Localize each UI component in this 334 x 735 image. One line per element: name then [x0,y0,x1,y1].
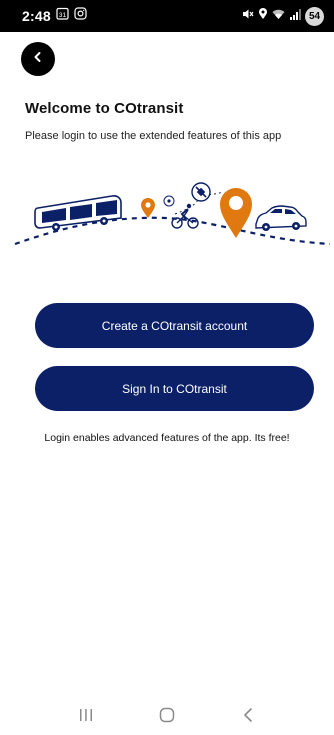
sign-in-button[interactable]: Sign In to COtransit [35,366,314,411]
page-subtitle: Please login to use the extended feature… [25,130,282,142]
create-account-button[interactable]: Create a COtransit account [35,303,314,348]
back-button[interactable] [21,42,55,76]
status-left: 2:48 31 [22,7,87,25]
back-icon [242,707,254,728]
instagram-icon [74,7,87,25]
signal-bubble-icon [163,195,175,207]
status-time: 2:48 [22,8,51,24]
large-location-pin-icon [220,188,252,238]
system-back-button[interactable] [230,704,266,732]
recent-apps-button[interactable] [68,704,104,732]
transit-illustration [14,182,331,246]
calendar-icon: 31 [56,7,69,25]
login-info-text: Login enables advanced features of the a… [44,432,290,444]
bus-icon [34,195,122,231]
system-nav-bar [0,700,334,735]
status-bar: 2:48 31 54 [0,0,334,32]
mute-icon [242,7,254,25]
cyclist-icon [171,203,199,229]
home-button[interactable] [149,704,185,732]
location-icon [258,7,268,25]
status-right: 54 [242,6,324,26]
signal-icon [289,7,301,25]
car-icon [255,205,307,231]
wifi-icon [272,7,285,25]
recent-apps-icon [78,708,94,727]
battery-icon: 54 [305,6,324,26]
chevron-left-icon [32,50,44,68]
satellite-icon [191,182,211,202]
calendar-day: 31 [59,12,67,19]
location-pin-icon [141,198,155,218]
page-title: Welcome to COtransit [25,100,184,117]
home-icon [159,707,175,728]
